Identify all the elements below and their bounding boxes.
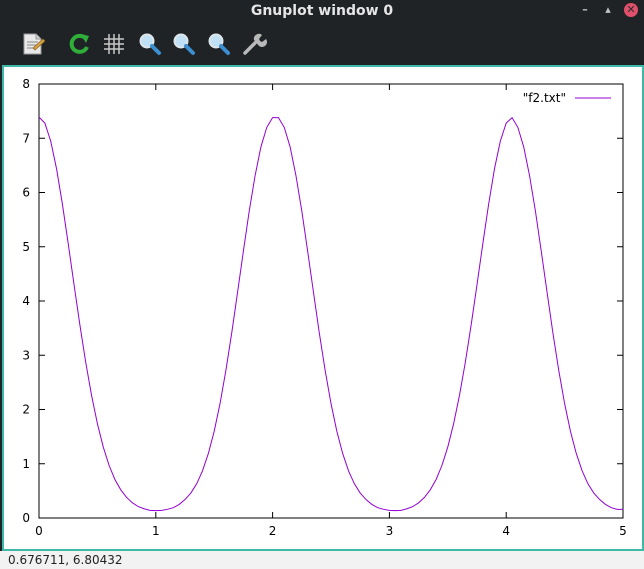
copy-clipboard-icon — [23, 33, 45, 55]
x-tick-label: 4 — [502, 524, 510, 538]
replot-button[interactable] — [66, 31, 92, 57]
grid-button[interactable] — [101, 31, 127, 57]
settings-button[interactable] — [241, 31, 267, 57]
zoom-next-icon — [173, 33, 195, 55]
series-line — [38, 116, 623, 512]
y-tick-label: 2 — [22, 403, 30, 417]
replot-icon — [69, 33, 89, 54]
y-tick-label: 6 — [22, 186, 30, 200]
grid-icon — [104, 34, 124, 54]
x-tick-label: 0 — [35, 524, 43, 538]
plot-area[interactable]: 0 1 2 3 4 5 0 1 2 3 4 5 6 7 8 "f2.txt" — [2, 65, 644, 551]
y-tick-label: 5 — [22, 240, 30, 254]
maximize-button[interactable]: ▴ — [601, 3, 615, 17]
plot-border — [38, 83, 624, 519]
legend-label: "f2.txt" — [523, 91, 566, 105]
window-title: Gnuplot window 0 — [250, 3, 394, 19]
window-controls: – ▴ ✕ — [578, 3, 638, 17]
y-tick-label: 1 — [22, 457, 30, 471]
plot-canvas[interactable]: 0 1 2 3 4 5 0 1 2 3 4 5 6 7 8 "f2.txt" — [4, 67, 642, 549]
x-tick-label: 1 — [152, 524, 160, 538]
title-bar[interactable]: Gnuplot window 0 – ▴ ✕ — [0, 0, 644, 22]
copy-clipboard-button[interactable] — [19, 31, 45, 57]
y-tick-label: 0 — [22, 511, 30, 525]
x-tick-label: 2 — [269, 524, 277, 538]
y-tick-label: 3 — [22, 348, 30, 362]
zoom-previous-icon — [139, 33, 161, 55]
gnuplot-window: Gnuplot window 0 – ▴ ✕ 0 1 2 3 4 5 0 1 2… — [0, 0, 644, 569]
close-button[interactable]: ✕ — [624, 3, 638, 17]
status-bar: 0.676711, 6.80432 — [0, 551, 644, 569]
minimize-button[interactable]: – — [578, 3, 592, 17]
x-tick-label: 3 — [386, 524, 394, 538]
y-tick-label: 4 — [22, 294, 30, 308]
x-tick-label: 5 — [619, 524, 627, 538]
autoscale-icon — [208, 33, 230, 55]
toolbar — [0, 22, 644, 64]
mouse-coordinates: 0.676711, 6.80432 — [8, 553, 123, 567]
y-tick-label: 7 — [22, 131, 30, 145]
zoom-previous-button[interactable] — [137, 31, 163, 57]
settings-wrench-icon — [243, 33, 267, 55]
zoom-next-button[interactable] — [171, 31, 197, 57]
autoscale-button[interactable] — [206, 31, 232, 57]
y-tick-label: 8 — [22, 77, 30, 91]
